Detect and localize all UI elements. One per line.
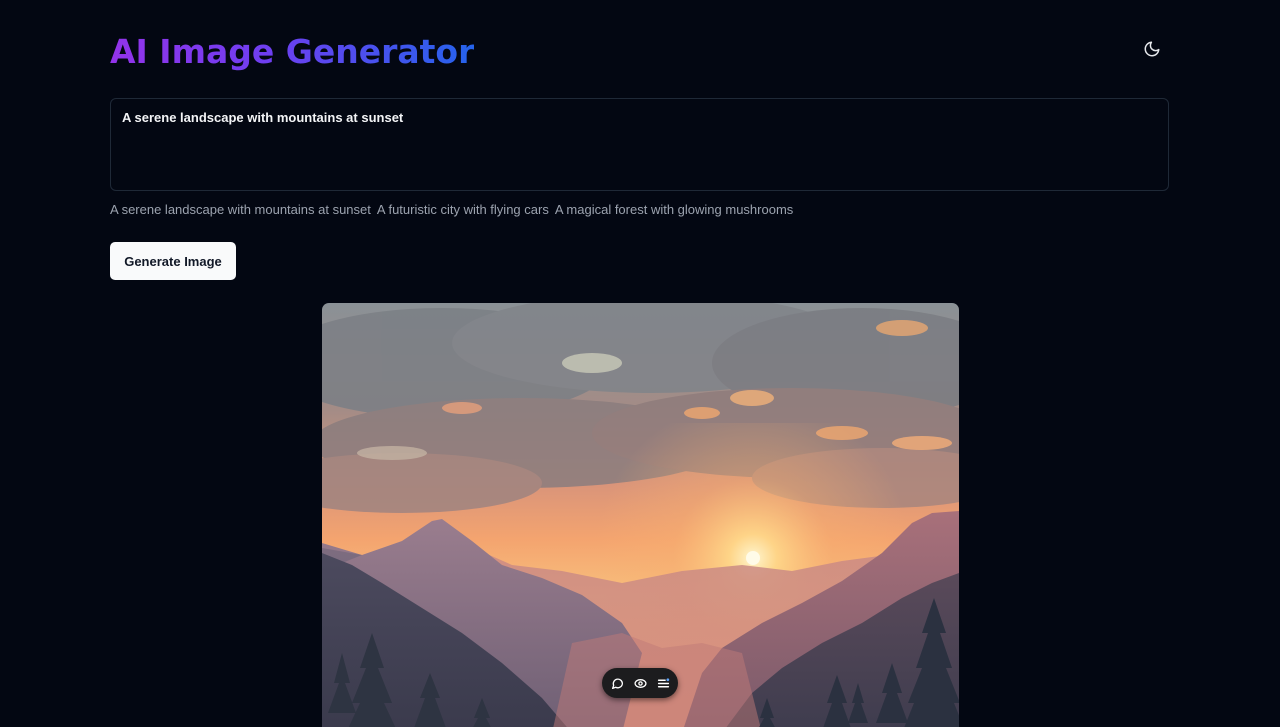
generate-image-button[interactable]: Generate Image	[110, 242, 236, 280]
image-floating-toolbar	[602, 668, 678, 698]
menu-lines-icon	[657, 677, 669, 687]
suggestion-item[interactable]: A serene landscape with mountains at sun…	[110, 202, 371, 218]
generated-image	[322, 303, 959, 727]
prompt-input-container: A serene landscape with mountains at sun…	[110, 98, 1169, 191]
suggestion-item[interactable]: A futuristic city with flying cars	[377, 202, 549, 218]
page-title: AI Image Generator	[110, 30, 474, 74]
prompt-suggestions: A serene landscape with mountains at sun…	[110, 202, 793, 218]
moon-icon	[1144, 41, 1160, 57]
comment-icon	[611, 677, 623, 689]
prompt-input[interactable]: A serene landscape with mountains at sun…	[111, 99, 1168, 190]
app-page: AI Image Generator A serene landscape wi…	[0, 0, 1280, 727]
comment-button[interactable]	[610, 676, 624, 690]
suggestion-item[interactable]: A magical forest with glowing mushrooms	[555, 202, 793, 218]
view-button[interactable]	[633, 676, 647, 690]
sunset-landscape-image	[322, 303, 959, 727]
theme-toggle-button[interactable]	[1136, 33, 1168, 65]
options-button[interactable]	[656, 676, 670, 690]
eye-icon	[633, 678, 647, 688]
